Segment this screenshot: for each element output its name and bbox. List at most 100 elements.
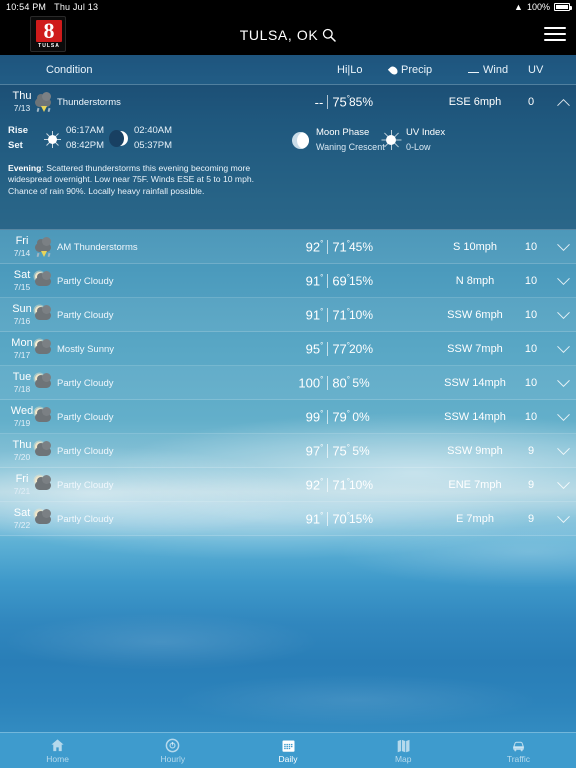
chevron-down-icon[interactable] [552, 468, 574, 502]
forecast-row-sat-7-15[interactable]: Sat 7/15 Partly Cloudy 91° 69° 15% N 8mph 10 [0, 264, 576, 298]
tab-hourly[interactable]: Hourly [115, 733, 230, 768]
row-wind: N 8mph [455, 275, 495, 287]
search-icon[interactable] [322, 28, 337, 42]
chevron-down-icon[interactable] [552, 298, 574, 332]
tab-map[interactable]: Map [346, 733, 461, 768]
partly-cloudy-icon [33, 475, 55, 494]
row-wind: SSW 14mph [444, 377, 506, 389]
page-title[interactable]: TULSA, OK [240, 27, 319, 43]
row-day-name: Sat [13, 507, 31, 519]
row-weather-icon-cell [30, 468, 58, 502]
forecast-detail-panel: Rise Set 06:17AM 08:42PM 02:40AM 05:37PM Moon … [0, 119, 576, 230]
row-day-name: Fri [15, 473, 29, 485]
row-high-temp: 91° [305, 511, 324, 527]
row-day-date: 7/20 [13, 452, 31, 462]
forecast-row-sun-7-16[interactable]: Sun 7/16 Partly Cloudy 91° 71° 10% SSW 6mph 10 [0, 298, 576, 332]
row-day-name: Thu [12, 439, 32, 451]
row-uv: 10 [524, 309, 538, 321]
forecast-row-mon-7-17[interactable]: Mon 7/17 Mostly Sunny 95° 77° 20% SSW 7mph 10 [0, 332, 576, 366]
forecast-row-wed-7-19[interactable]: Wed 7/19 Partly Cloudy 99° 79° 0% SSW 14mph 10 [0, 400, 576, 434]
chevron-down-icon[interactable] [552, 502, 574, 536]
row-high-temp: 100° [298, 375, 324, 391]
row-day-name: Tue [12, 371, 32, 383]
row-precip: 85% [348, 95, 374, 109]
row-high-temp: 91° [305, 273, 324, 289]
forecast-row-sat-7-22[interactable]: Sat 7/22 Partly Cloudy 91° 70° 15% E 7mph 9 [0, 502, 576, 536]
forecast-row-thu-7-13[interactable]: Thu 7/13 Thunderstorms -- 75° 85% ESE 6mph 0 [0, 85, 576, 119]
row-uv: 9 [527, 445, 535, 457]
thunderstorms-icon [33, 92, 55, 113]
row-precip: 0% [352, 410, 370, 424]
column-label-uv: UV [528, 64, 544, 76]
rise-label: Rise [8, 125, 29, 136]
row-day-name: Thu [12, 90, 32, 102]
row-day-date: 7/17 [13, 350, 31, 360]
chevron-down-icon[interactable] [552, 332, 574, 366]
row-day-date: 7/21 [13, 486, 31, 496]
forecast-row-thu-7-20[interactable]: Thu 7/20 Partly Cloudy 97° 75° 5% SSW 9mph 9 [0, 434, 576, 468]
row-uv: 0 [527, 96, 535, 108]
row-condition: Partly Cloudy [57, 479, 114, 491]
chevron-down-icon[interactable] [552, 230, 574, 264]
row-uv: 10 [524, 241, 538, 253]
column-header-hilo[interactable]: Hi|Lo [337, 55, 362, 85]
row-wind: ENE 7mph [448, 479, 502, 491]
row-weather-icon-cell [30, 264, 58, 298]
bottom-tab-bar: Home Hourly Daily Map Traffic [0, 732, 576, 768]
column-header-precip[interactable]: Precip [387, 55, 432, 85]
logo-city-label: TULSA [38, 43, 60, 49]
row-high-temp: -- [314, 94, 324, 110]
row-day-name: Sat [13, 269, 31, 281]
tab-label: Traffic [506, 754, 530, 764]
chevron-down-icon[interactable] [552, 264, 574, 298]
column-header-wind[interactable]: ⎼ Wind [468, 55, 508, 85]
row-high-temp: 92° [305, 239, 324, 255]
logo-number: 8 [43, 18, 55, 43]
forecast-row-tue-7-18[interactable]: Tue 7/18 Partly Cloudy 100° 80° 5% SSW 14mph 10 [0, 366, 576, 400]
row-day-date: 7/14 [13, 248, 31, 258]
wind-icon: ⎼ [468, 63, 479, 76]
tab-home[interactable]: Home [0, 733, 115, 768]
row-hilo-separator [327, 95, 329, 109]
chevron-down-icon[interactable] [552, 366, 574, 400]
row-high-temp: 95° [305, 341, 324, 357]
tab-traffic[interactable]: Traffic [461, 733, 576, 768]
column-header-condition[interactable]: Condition [46, 55, 92, 85]
row-condition: Thunderstorms [57, 96, 121, 108]
chevron-down-icon[interactable] [552, 434, 574, 468]
moon-phase-value: Waning Crescent [316, 142, 385, 152]
row-precip: 10% [348, 478, 374, 492]
wifi-icon: ▲ [514, 1, 523, 12]
row-precip: 45% [348, 240, 374, 254]
status-bar-right: ▲ 100% [514, 2, 576, 12]
partly-cloudy-icon [33, 373, 55, 392]
uv-sun-icon [381, 130, 401, 150]
hamburger-menu-icon[interactable] [544, 25, 566, 43]
row-day-date: 7/13 [13, 103, 31, 113]
partly-cloudy-icon [33, 407, 55, 426]
row-weather-icon-cell [30, 298, 58, 332]
car-icon [511, 737, 526, 753]
tab-daily[interactable]: Daily [230, 733, 345, 768]
forecast-narrative: Evening: Scattered thunderstorms this ev… [8, 163, 280, 197]
home-icon [50, 737, 65, 753]
row-day-name: Sun [12, 303, 32, 315]
chevron-down-icon[interactable] [552, 400, 574, 434]
battery-full-icon [554, 3, 572, 11]
battery-percent: 100% [526, 2, 550, 12]
row-day-name: Fri [15, 235, 29, 247]
set-label: Set [8, 140, 23, 151]
row-hilo-separator [327, 376, 329, 390]
moon-phase-icon [292, 132, 309, 149]
forecast-row-fri-7-21[interactable]: Fri 7/21 Partly Cloudy 92° 71° 10% ENE 7mph 9 [0, 468, 576, 502]
row-condition: Partly Cloudy [57, 411, 114, 423]
row-uv: 10 [524, 275, 538, 287]
moon-phase-title: Moon Phase [316, 127, 370, 138]
forecast-row-fri-7-14[interactable]: Fri 7/14 AM Thunderstorms 92° 71° 45% S 10mph 1… [0, 230, 576, 264]
row-uv: 9 [527, 479, 535, 491]
tab-label: Map [394, 754, 412, 764]
column-header-uv[interactable]: UV [528, 55, 543, 85]
row-weather-icon-cell [30, 230, 58, 264]
chevron-up-icon[interactable] [552, 85, 574, 119]
moon-rise-time: 02:40AM [134, 125, 173, 136]
